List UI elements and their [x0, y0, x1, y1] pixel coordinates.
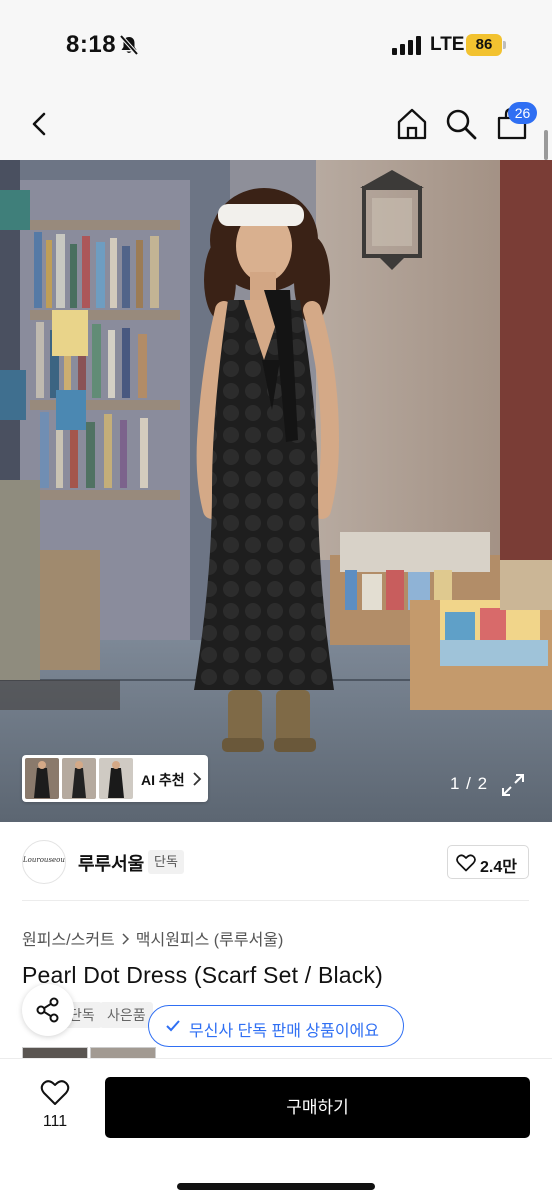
heart-icon	[456, 854, 476, 872]
nav-header	[0, 90, 552, 160]
breadcrumb-subcategory[interactable]: 맥시원피스 (루루서울)	[136, 932, 284, 949]
wish-count: 111	[42, 1113, 68, 1130]
ai-recommend-button[interactable]: AI 추천	[22, 755, 208, 802]
exclusive-tag: 단독	[148, 850, 184, 874]
back-button[interactable]	[22, 104, 58, 144]
check-icon	[166, 1020, 180, 1032]
image-counter: 1 / 2	[450, 774, 489, 793]
brand-like-button[interactable]: 2.4만	[447, 845, 529, 879]
buy-button[interactable]: 구매하기	[105, 1077, 530, 1138]
signal-icon	[392, 36, 421, 55]
brand-logo[interactable]: Lourouseoul	[22, 840, 66, 884]
divider	[22, 900, 529, 901]
tag-gift: 사은품	[100, 1002, 153, 1028]
ai-recommend-label: AI 추천	[141, 772, 185, 788]
exclusive-notice[interactable]: 무신사 단독 판매 상품이에요	[148, 1005, 404, 1047]
product-image[interactable]	[0, 160, 552, 822]
battery-indicator: 86	[466, 34, 506, 56]
look-thumbnail[interactable]	[62, 758, 96, 799]
chevron-right-icon	[193, 772, 202, 786]
look-thumbnail[interactable]	[99, 758, 133, 799]
home-icon[interactable]	[394, 104, 430, 144]
heart-icon	[40, 1080, 70, 1105]
exclusive-notice-text: 무신사 단독 판매 상품이에요	[189, 1023, 379, 1040]
share-icon	[36, 997, 59, 1023]
bell-off-icon	[119, 34, 139, 56]
network-label: LTE	[430, 34, 465, 55]
bottom-action-bar: 111 구매하기	[0, 1058, 552, 1200]
brand-row: Lourouseoul 루루서울 단독 2.4만	[0, 822, 552, 902]
wish-button[interactable]: 111	[30, 1079, 80, 1135]
like-count: 2.4만	[480, 859, 517, 876]
brand-name[interactable]: 루루서울	[78, 850, 144, 876]
breadcrumb-category[interactable]: 원피스/스커트	[22, 932, 115, 949]
cart-count-badge: 26	[508, 102, 537, 124]
status-time: 8:18	[66, 31, 117, 58]
scroll-indicator	[544, 130, 548, 160]
product-title: Pearl Dot Dress (Scarf Set / Black)	[22, 962, 384, 988]
home-indicator	[177, 1183, 375, 1190]
product-photo	[0, 160, 552, 822]
battery-nub	[503, 41, 506, 49]
expand-icon[interactable]	[500, 772, 526, 798]
share-button[interactable]	[22, 984, 74, 1036]
status-bar: 8:18 LTE 86	[0, 0, 552, 90]
breadcrumb: 원피스/스커트 맥시원피스 (루루서울)	[22, 926, 283, 950]
brand-logo-text: Lourouseoul	[23, 856, 66, 864]
battery-level: 86	[466, 34, 502, 56]
search-icon[interactable]	[443, 104, 479, 144]
look-thumbnail[interactable]	[25, 758, 59, 799]
chevron-right-icon	[122, 933, 129, 945]
